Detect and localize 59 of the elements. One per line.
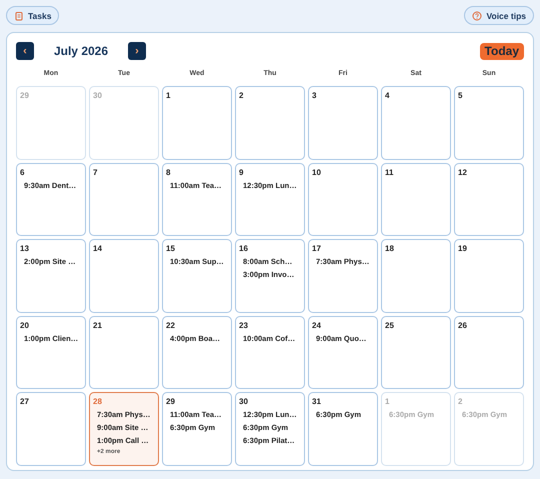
day-number: 3 [312,91,316,100]
day-cell[interactable]: 25 [381,316,451,389]
day-number: 4 [385,91,390,100]
day-number: 23 [239,320,248,330]
day-number: 10 [312,168,321,176]
day-number: 8 [166,168,170,176]
day-number: 28 [93,397,102,406]
day-number: 1 [385,397,390,406]
day-number: 2 [458,397,462,406]
day-cell[interactable]: 5 [454,86,524,160]
day-number: 16 [239,244,248,253]
voice-tips-button[interactable]: Voice tips [464,6,534,25]
day-number: 29 [166,397,175,406]
day-cell[interactable]: 3 [308,86,378,160]
day-cell[interactable]: 26 [454,316,524,389]
day-cell[interactable]: 21 [89,316,159,389]
day-cell[interactable]: 27 [16,392,86,466]
day-cell[interactable]: 18 [381,239,451,312]
day-cell[interactable]: 14 [89,239,159,312]
day-cell[interactable]: 12 [454,162,524,236]
today-button[interactable]: Today [480,42,524,60]
day-number: 9 [239,168,244,176]
day-number: 13 [20,244,29,253]
day-cell[interactable]: 19 [454,239,524,312]
day-number: 5 [458,91,462,100]
clipboard-icon [14,10,24,20]
day-number: 31 [312,397,321,406]
day-number: 30 [239,397,248,406]
day-number: 21 [93,320,102,330]
day-number: 17 [312,244,321,253]
day-number: 12 [458,168,467,176]
day-cell[interactable]: 10 [308,162,378,236]
day-number: 19 [458,244,467,253]
day-number: 14 [93,244,102,253]
previous-month-button[interactable]: ‹ [16,42,34,60]
month-title: July 2026 [52,44,110,58]
day-cell[interactable]: 1 [162,86,232,160]
day-number: 7 [93,168,98,176]
next-month-button[interactable]: › [128,42,146,60]
day-number: 20 [20,320,29,330]
help-icon [472,10,482,20]
day-number: 11 [385,168,394,176]
day-number: 15 [166,244,175,253]
tasks-button[interactable]: Tasks [6,6,60,25]
day-cell[interactable]: 7 [89,162,159,236]
day-number: 25 [385,320,394,330]
day-number: 2 [239,91,244,100]
day-cell[interactable]: 2 [235,86,305,160]
day-number: 27 [20,397,29,406]
day-number: 30 [93,91,102,100]
day-number: 18 [385,244,394,253]
day-number: 22 [166,320,175,330]
day-cell[interactable]: 11 [381,162,451,236]
day-number: 26 [458,320,467,330]
day-number: 24 [312,320,321,330]
day-number: 29 [20,91,29,100]
day-number: 6 [20,168,24,176]
day-cell[interactable]: 4 [381,86,451,160]
day-number: 1 [166,91,170,100]
